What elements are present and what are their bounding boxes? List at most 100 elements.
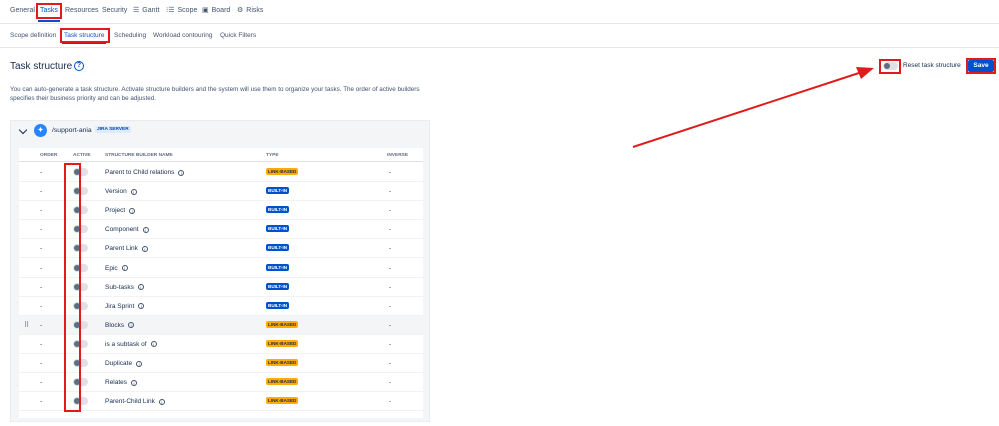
row-inverse: - bbox=[389, 360, 392, 367]
table-row[interactable]: - Parent-Child Link i LINK-BASED - bbox=[19, 392, 423, 412]
project-name: /support-ania bbox=[52, 127, 92, 134]
table-row[interactable]: - Parent Link i BUILT-IN - bbox=[19, 239, 423, 259]
info-icon[interactable]: i bbox=[121, 265, 128, 271]
table-row[interactable]: - is a subtask of i LINK-BASED - bbox=[19, 335, 423, 354]
active-toggle[interactable] bbox=[73, 282, 88, 291]
builder-name: Parent Link bbox=[105, 245, 138, 253]
type-badge: LINK-BASED bbox=[266, 320, 299, 328]
builder-name: is a subtask of bbox=[105, 340, 147, 348]
row-order: - bbox=[40, 264, 43, 272]
table-row[interactable]: - Relates i LINK-BASED - bbox=[19, 373, 423, 393]
row-name: Parent-Child Link i bbox=[105, 398, 165, 405]
info-icon[interactable]: i bbox=[178, 169, 185, 176]
info-icon[interactable]: i bbox=[129, 207, 136, 214]
row-order: - bbox=[40, 398, 43, 406]
drag-handle-icon[interactable]: ⠿ bbox=[24, 321, 29, 329]
row-inverse: - bbox=[389, 245, 392, 253]
row-name: Epic i bbox=[105, 265, 128, 272]
row-inverse: - bbox=[389, 340, 392, 348]
type-badge: BUILT-IN bbox=[266, 301, 290, 309]
type-badge: LINK-BASED bbox=[266, 168, 299, 175]
row-inverse: - bbox=[389, 283, 392, 291]
chevron-down-icon[interactable] bbox=[18, 125, 28, 135]
type-badge: BUILT-IN bbox=[266, 263, 290, 271]
project-panel-header[interactable]: ✦ /support-ania JIRA SERVER bbox=[11, 121, 429, 141]
row-order: - bbox=[40, 379, 43, 387]
active-toggle[interactable] bbox=[73, 320, 88, 329]
active-toggle[interactable] bbox=[73, 244, 88, 253]
info-icon[interactable]: i bbox=[142, 226, 149, 233]
table-row[interactable]: ⠿ - Blocks i LINK-BASED - bbox=[19, 315, 423, 335]
col-type-header: TYPE bbox=[266, 153, 279, 158]
project-panel: ✦ /support-ania JIRA SERVER ORDER ACTIVE… bbox=[10, 120, 430, 422]
info-icon[interactable]: i bbox=[131, 379, 138, 386]
col-name-header: STRUCTURE BUILDER NAME bbox=[105, 153, 173, 158]
table-row[interactable]: - Jira Sprint i BUILT-IN - bbox=[19, 297, 423, 316]
jira-server-badge: JIRA SERVER bbox=[95, 126, 131, 133]
row-name: Version i bbox=[105, 188, 137, 195]
active-toggle[interactable] bbox=[73, 359, 88, 367]
active-toggle[interactable] bbox=[73, 397, 88, 406]
builder-name: Relates bbox=[105, 379, 128, 387]
builder-name: Parent to Child relations bbox=[105, 169, 175, 176]
row-order: - bbox=[40, 207, 43, 215]
info-icon[interactable]: i bbox=[136, 360, 143, 367]
builder-name: Sub-tasks bbox=[105, 283, 134, 291]
info-icon[interactable]: i bbox=[130, 188, 137, 195]
row-order: - bbox=[40, 169, 43, 176]
info-icon[interactable]: i bbox=[138, 303, 145, 310]
active-toggle[interactable] bbox=[73, 378, 88, 387]
row-inverse: - bbox=[389, 207, 392, 215]
info-icon[interactable]: i bbox=[128, 322, 135, 329]
row-order: - bbox=[40, 226, 43, 234]
row-inverse: - bbox=[389, 302, 392, 310]
row-inverse: - bbox=[389, 379, 392, 387]
row-name: Project i bbox=[105, 207, 136, 214]
info-icon[interactable]: i bbox=[150, 341, 157, 348]
row-order: - bbox=[40, 321, 43, 329]
row-order: - bbox=[40, 188, 43, 196]
row-inverse: - bbox=[389, 264, 392, 272]
row-name: Component i bbox=[105, 226, 149, 233]
type-badge: LINK-BASED bbox=[266, 397, 299, 405]
table-row[interactable]: - Sub-tasks i BUILT-IN - bbox=[19, 278, 423, 297]
row-name: Sub-tasks i bbox=[105, 284, 144, 291]
active-toggle[interactable] bbox=[73, 206, 88, 215]
table-row[interactable]: - Version i BUILT-IN - bbox=[19, 182, 423, 202]
row-name: Parent Link i bbox=[105, 245, 148, 252]
type-badge: BUILT-IN bbox=[266, 187, 290, 195]
info-icon[interactable]: i bbox=[158, 398, 165, 405]
info-icon[interactable]: i bbox=[137, 284, 144, 291]
row-inverse: - bbox=[389, 321, 392, 329]
active-toggle[interactable] bbox=[73, 187, 88, 196]
row-inverse: - bbox=[389, 398, 392, 406]
jira-logo-icon: ✦ bbox=[34, 124, 47, 137]
row-inverse: - bbox=[389, 169, 392, 176]
type-badge: BUILT-IN bbox=[266, 206, 290, 214]
active-toggle[interactable] bbox=[73, 339, 88, 348]
type-badge: LINK-BASED bbox=[266, 339, 299, 347]
active-toggle[interactable] bbox=[73, 168, 88, 176]
row-order: - bbox=[40, 283, 43, 291]
builder-name: Blocks bbox=[105, 321, 125, 329]
table-row[interactable]: - Epic i BUILT-IN - bbox=[19, 259, 423, 278]
table-row[interactable]: - Parent to Child relations i LINK-BASED - bbox=[19, 163, 423, 182]
active-toggle[interactable] bbox=[73, 263, 88, 272]
col-order-header: ORDER bbox=[40, 153, 58, 158]
active-toggle[interactable] bbox=[73, 301, 88, 310]
active-toggle[interactable] bbox=[73, 225, 88, 234]
row-name: Duplicate i bbox=[105, 360, 143, 367]
type-badge: BUILT-IN bbox=[266, 244, 290, 252]
type-badge: BUILT-IN bbox=[266, 225, 290, 233]
info-icon[interactable]: i bbox=[141, 245, 148, 252]
type-badge: BUILT-IN bbox=[266, 282, 290, 290]
type-badge: LINK-BASED bbox=[266, 378, 299, 386]
row-order: - bbox=[40, 360, 43, 367]
table-row[interactable]: - Component i BUILT-IN - bbox=[19, 220, 423, 240]
builder-name: Version bbox=[105, 188, 127, 196]
row-order: - bbox=[40, 245, 43, 253]
table-row[interactable]: - Project i BUILT-IN - bbox=[19, 201, 423, 221]
row-name: is a subtask of i bbox=[105, 341, 157, 348]
col-inverse-header: INVERSE bbox=[387, 153, 409, 158]
table-row[interactable]: - Duplicate i LINK-BASED - bbox=[19, 354, 423, 373]
